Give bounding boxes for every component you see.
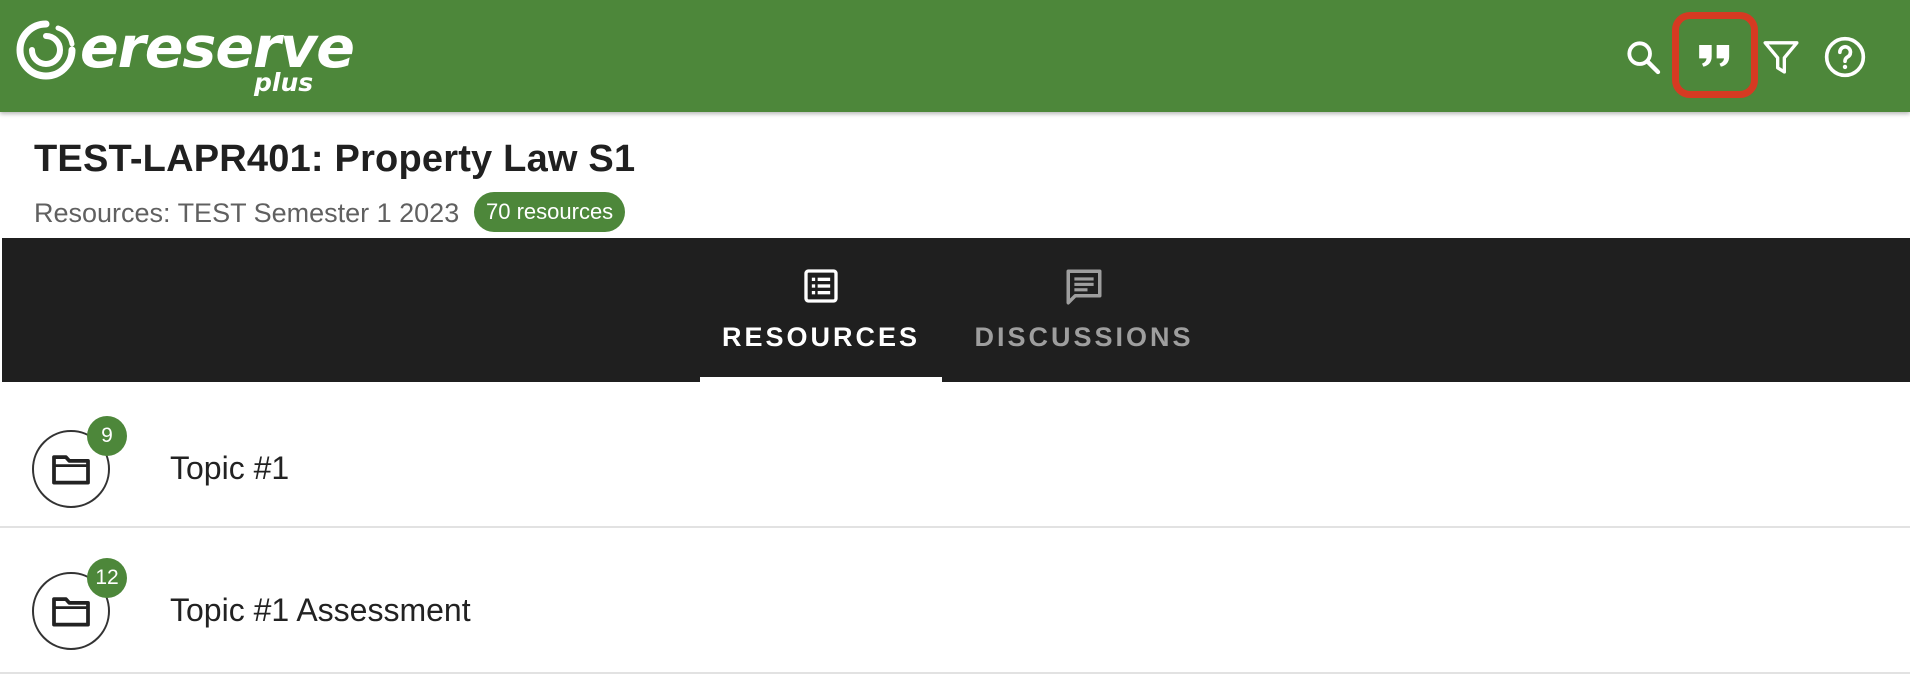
tab-resources-label: RESOURCES	[721, 322, 921, 352]
course-subtitle: Resources: TEST Semester 1 2023	[34, 198, 460, 228]
help-icon	[1824, 36, 1866, 78]
filter-icon	[1763, 41, 1799, 74]
resource-list: 9 Topic #1 12 Topic #1 Assessment	[0, 382, 1910, 674]
app-header: ereserve plus	[0, 0, 1910, 112]
list-icon	[804, 269, 838, 303]
filter-button[interactable]	[1750, 14, 1812, 100]
resource-count-badge: 70 resources	[474, 192, 626, 232]
tab-discussions-label: DISCUSSIONS	[974, 322, 1194, 352]
search-button[interactable]	[1612, 14, 1674, 100]
ereserve-logo[interactable]: ereserve plus	[14, 18, 355, 97]
list-item-label: Topic #1	[170, 450, 290, 486]
list-item[interactable]: 9 Topic #1	[0, 382, 1910, 528]
tab-resources[interactable]: RESOURCES	[700, 238, 942, 382]
folder-icon	[52, 597, 90, 627]
help-button[interactable]	[1814, 14, 1876, 100]
page-title: TEST-LAPR401: Property Law S1	[34, 138, 636, 180]
tab-discussions[interactable]: DISCUSSIONS	[957, 238, 1211, 382]
item-count-badge: 9	[87, 416, 127, 456]
chat-icon	[1066, 269, 1102, 305]
item-count-badge: 12	[87, 558, 127, 598]
quote-icon	[1699, 45, 1730, 67]
logo-swirl-icon	[16, 20, 76, 80]
citation-button[interactable]	[1672, 12, 1758, 98]
list-item[interactable]: 12 Topic #1 Assessment	[0, 528, 1910, 674]
logo-plus-text: plus	[254, 68, 314, 97]
tab-bar: RESOURCES DISCUSSIONS	[2, 238, 1910, 382]
list-item-label: Topic #1 Assessment	[170, 592, 471, 628]
folder-icon	[52, 455, 90, 485]
search-icon	[1627, 41, 1661, 75]
